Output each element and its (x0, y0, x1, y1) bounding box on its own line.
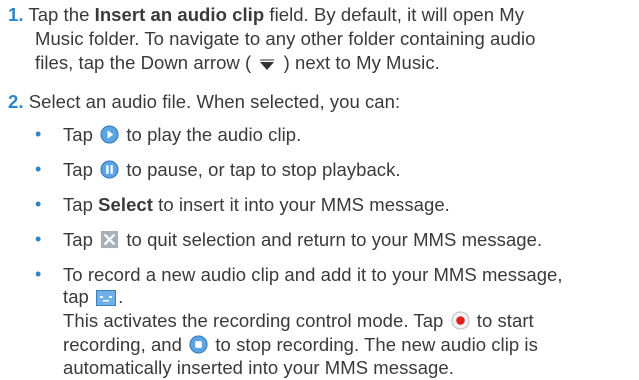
bullet-record-line3-pre: This activates the recording control mod… (63, 310, 449, 331)
bullet-quit: Tap to quit selection and return to your… (63, 229, 542, 254)
bullet-record-line4-post: to stop recording. The new audio clip is (210, 334, 538, 355)
bullet-select-post: to insert it into your MMS message. (152, 194, 450, 215)
step1-bold: Insert an audio clip (94, 4, 265, 25)
bullet-play-pre: Tap (63, 124, 99, 145)
stop-icon (189, 335, 208, 359)
bullet-record-line3: This activates the recording control mod… (63, 310, 534, 335)
step1-number: 1. (8, 4, 24, 25)
instructions-page: 1. Tap the Insert an audio clip field. B… (0, 0, 639, 380)
bullet-pause: Tap to pause, or tap to stop playback. (63, 159, 401, 184)
bullet-marker: • (35, 194, 42, 214)
bullet-record-line2-post: . (118, 286, 124, 307)
bullet-select-pre: Tap (63, 194, 99, 215)
step2-text: Select an audio file. When selected, you… (28, 91, 401, 112)
close-x-icon (100, 230, 119, 254)
step2-number: 2. (8, 91, 24, 112)
step1-line3: files, tap the Down arrow ( ) next to My… (35, 52, 440, 77)
bullet-record-line1: To record a new audio clip and add it to… (63, 264, 563, 285)
step1-line2: Music folder. To navigate to any other f… (35, 28, 536, 49)
bullet-select: Tap Select to insert it into your MMS me… (63, 194, 450, 216)
bullet-quit-pre: Tap (63, 229, 99, 250)
bullet-marker: • (35, 264, 42, 284)
bullet-marker: • (35, 159, 42, 179)
bullet-record-line5: automatically inserted into your MMS mes… (63, 357, 454, 378)
step1-post: field. By default, it will open My (264, 4, 525, 25)
bullet-marker: • (35, 124, 42, 144)
bullet-pause-post: to pause, or tap to stop playback. (121, 159, 401, 180)
step1-pre: Tap the (28, 4, 95, 25)
pause-icon (100, 160, 119, 184)
step1-line1: 1. Tap the Insert an audio clip field. B… (8, 4, 524, 26)
bullet-play-post: to play the audio clip. (121, 124, 302, 145)
bullet-pause-pre: Tap (63, 159, 99, 180)
bullet-play: Tap to play the audio clip. (63, 124, 301, 149)
record-icon (451, 311, 470, 335)
bullet-record-line2-pre: tap (63, 286, 95, 307)
bullet-record-line3-post: to start (471, 310, 534, 331)
bullet-marker: • (35, 229, 42, 249)
bullet-record-line4-pre: recording, and (63, 334, 188, 355)
play-icon (100, 125, 119, 149)
down-arrow-icon (258, 55, 276, 77)
step1-line3-pre: files, tap the Down arrow ( (35, 52, 257, 73)
bullet-record-line4: recording, and to stop recording. The ne… (63, 334, 538, 359)
bullet-select-bold: Select (98, 194, 153, 215)
bullet-record-line2: tap . (63, 286, 123, 311)
step1-line3-post: ) next to My Music. (278, 52, 440, 73)
record-tool-icon (96, 289, 117, 311)
bullet-quit-post: to quit selection and return to your MMS… (121, 229, 543, 250)
step2-line: 2. Select an audio file. When selected, … (8, 91, 400, 113)
